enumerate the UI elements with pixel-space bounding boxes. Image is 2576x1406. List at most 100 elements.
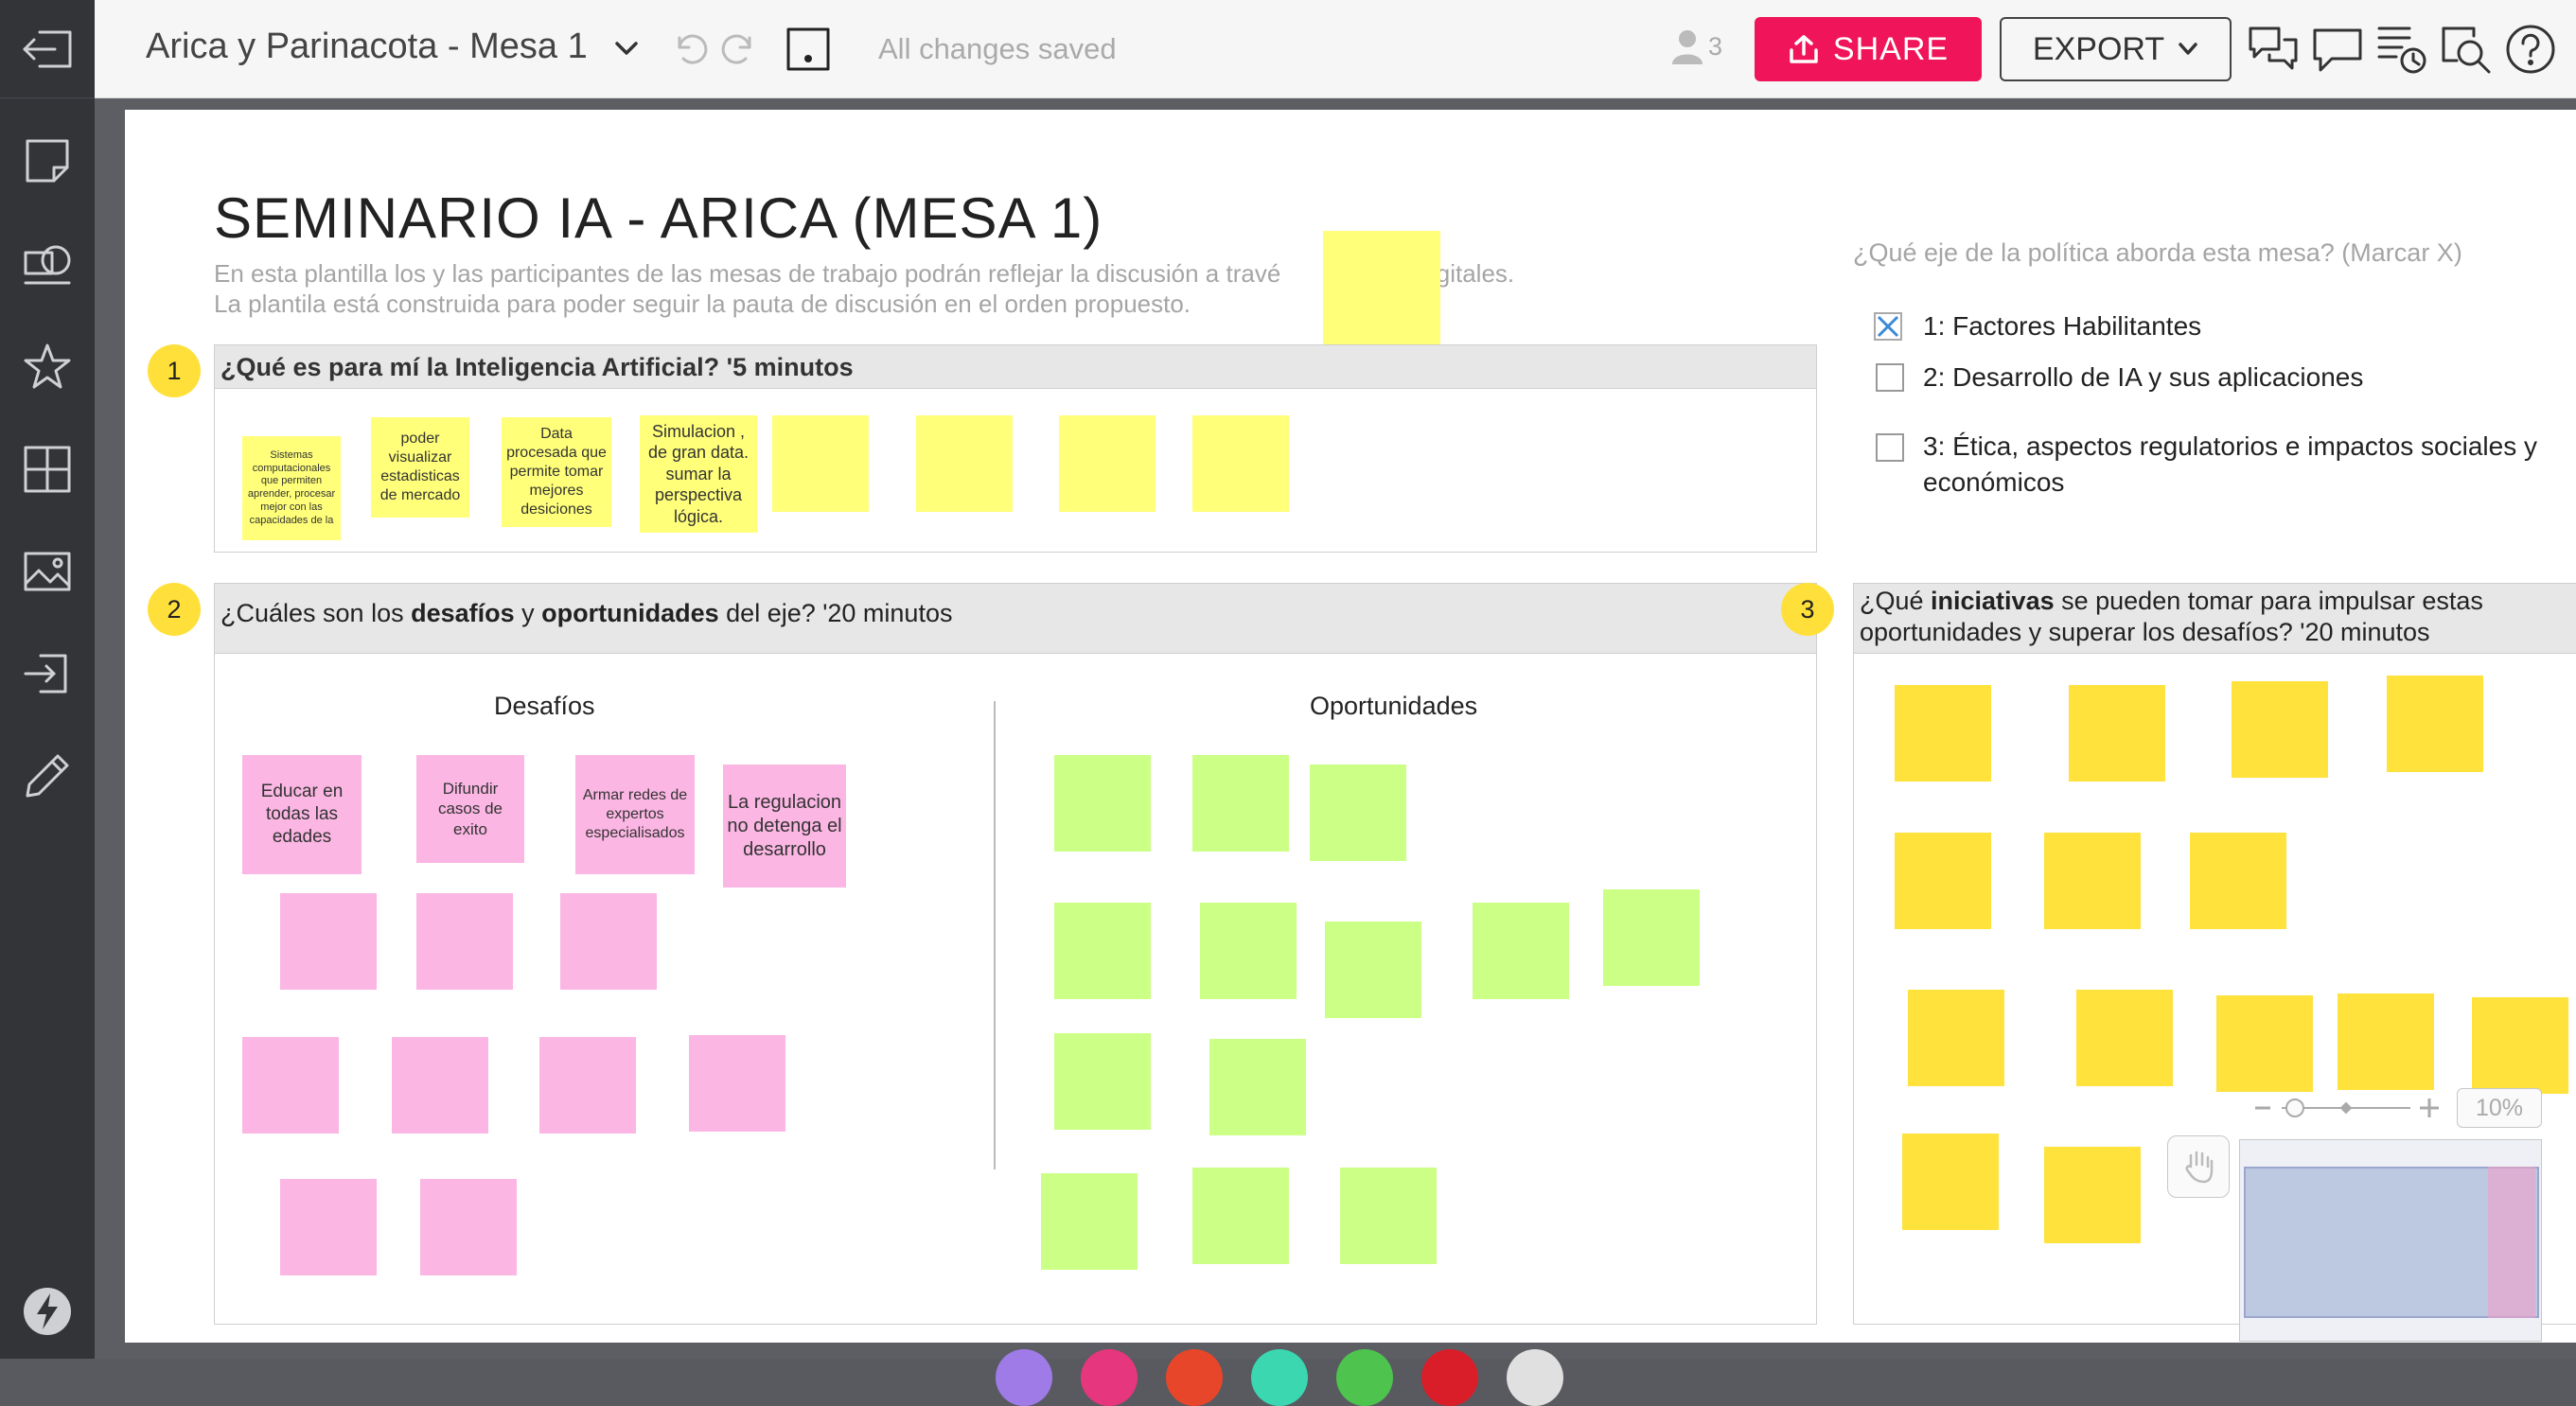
sticky-note[interactable] bbox=[242, 1037, 339, 1134]
sticky-note[interactable]: Simulacion , de gran data. sumar la pers… bbox=[640, 415, 757, 533]
section-number-badge: 1 bbox=[148, 344, 201, 397]
sticky-note[interactable] bbox=[2044, 833, 2141, 929]
zoom-slider-track[interactable] bbox=[2253, 1094, 2443, 1122]
zoom-slider[interactable] bbox=[2253, 1094, 2443, 1122]
sticky-note[interactable] bbox=[2076, 990, 2173, 1086]
section-2-title-part: y bbox=[514, 599, 542, 627]
sticky-note[interactable]: Data procesada que permite tomar mejores… bbox=[502, 417, 611, 527]
axis-checkbox-1[interactable] bbox=[1874, 312, 1902, 341]
color-dot[interactable] bbox=[1166, 1349, 1223, 1406]
image-tool[interactable] bbox=[19, 543, 76, 600]
sticky-note[interactable] bbox=[420, 1179, 517, 1275]
sticky-note[interactable] bbox=[1340, 1168, 1437, 1264]
sticky-note[interactable] bbox=[1059, 415, 1156, 512]
sticky-note[interactable] bbox=[1908, 990, 2004, 1086]
sticky-note[interactable]: Sistemas computacionales que permiten ap… bbox=[242, 436, 341, 540]
search-button[interactable] bbox=[2438, 21, 2495, 78]
minimap[interactable] bbox=[2239, 1139, 2542, 1342]
sticky-note[interactable] bbox=[539, 1037, 636, 1134]
redo-button[interactable] bbox=[721, 30, 759, 68]
section-3-title: ¿Qué iniciativas se pueden tomar para im… bbox=[1854, 584, 2576, 654]
color-dot[interactable] bbox=[1507, 1349, 1563, 1406]
star-icon bbox=[24, 343, 71, 389]
axis-checkbox-2[interactable] bbox=[1876, 363, 1904, 392]
chevron-down-icon[interactable] bbox=[614, 40, 639, 57]
comments-button[interactable] bbox=[2245, 21, 2302, 78]
sticky-note[interactable] bbox=[1209, 1039, 1306, 1135]
sticky-note[interactable] bbox=[1054, 755, 1151, 852]
sticky-note[interactable] bbox=[280, 893, 377, 990]
zoom-percentage[interactable]: 10% bbox=[2457, 1088, 2542, 1128]
background-toggle[interactable] bbox=[785, 26, 831, 72]
sticky-note[interactable] bbox=[2232, 681, 2328, 778]
color-dot[interactable] bbox=[1251, 1349, 1308, 1406]
sticky-note[interactable]: Difundir casos de exito bbox=[416, 755, 524, 863]
sticky-note[interactable] bbox=[2216, 995, 2313, 1092]
sticky-note[interactable] bbox=[1902, 1134, 1999, 1230]
sticky-note[interactable] bbox=[1325, 922, 1421, 1018]
sticky-note[interactable] bbox=[392, 1037, 488, 1134]
share-label: SHARE bbox=[1832, 30, 1950, 67]
sticky-note[interactable] bbox=[2387, 676, 2483, 772]
pen-tool[interactable] bbox=[19, 747, 76, 804]
share-button[interactable]: SHARE bbox=[1755, 17, 1982, 81]
user-count: 3 bbox=[1708, 31, 1723, 61]
sticky-note[interactable]: poder visualizar estadisticas de mercado bbox=[371, 417, 469, 518]
sticky-note[interactable] bbox=[416, 893, 513, 990]
sticky-note[interactable] bbox=[560, 893, 657, 990]
help-button[interactable] bbox=[2502, 21, 2559, 78]
sticky-note[interactable] bbox=[2069, 685, 2165, 782]
sticky-note[interactable] bbox=[772, 415, 869, 512]
sticky-note[interactable] bbox=[2044, 1147, 2141, 1243]
axis-label-3-line-2: económicos bbox=[1923, 467, 2065, 497]
pan-tool-button[interactable] bbox=[2167, 1135, 2230, 1198]
chat-button[interactable] bbox=[2309, 21, 2366, 78]
background-dot-icon bbox=[786, 27, 830, 71]
sticky-note[interactable] bbox=[1603, 889, 1700, 986]
sticky-note[interactable] bbox=[2338, 993, 2434, 1090]
sticky-note[interactable] bbox=[1200, 903, 1297, 999]
section-1-title: ¿Qué es para mí la Inteligencia Artifici… bbox=[215, 345, 1816, 389]
color-dot[interactable] bbox=[1421, 1349, 1478, 1406]
sticky-note[interactable] bbox=[1323, 231, 1440, 348]
activity-history-button[interactable] bbox=[2373, 21, 2430, 78]
sticky-note[interactable] bbox=[2472, 997, 2568, 1094]
export-button[interactable]: EXPORT bbox=[2000, 17, 2232, 81]
power-ups-button[interactable] bbox=[19, 1283, 76, 1340]
frames-tool[interactable] bbox=[19, 441, 76, 498]
online-users[interactable]: 3 bbox=[1670, 28, 1722, 64]
axis-question: ¿Qué eje de la política aborda esta mesa… bbox=[1853, 238, 2462, 267]
shapes-tool[interactable] bbox=[19, 237, 76, 293]
sticky-note-tool[interactable] bbox=[19, 132, 76, 189]
sticky-note[interactable] bbox=[1473, 903, 1569, 999]
sticky-note[interactable]: La regulacion no detenga el desarrollo bbox=[723, 765, 846, 888]
exit-board-button[interactable] bbox=[0, 0, 95, 98]
board-title[interactable]: Arica y Parinacota - Mesa 1 bbox=[146, 26, 639, 67]
undo-button[interactable] bbox=[670, 30, 708, 68]
sticky-note[interactable] bbox=[1041, 1173, 1138, 1270]
axis-label-2: 2: Desarrollo de IA y sus aplicaciones bbox=[1923, 362, 2364, 392]
sticky-note[interactable] bbox=[1054, 903, 1151, 999]
sticky-note[interactable] bbox=[1895, 685, 1991, 782]
sticky-note[interactable] bbox=[280, 1179, 377, 1275]
sticky-note[interactable]: Armar redes de expertos especialisados bbox=[575, 755, 695, 874]
sticky-note[interactable]: Educar en todas las edades bbox=[242, 755, 362, 874]
color-dot[interactable] bbox=[1336, 1349, 1393, 1406]
sticky-note[interactable] bbox=[1895, 833, 1991, 929]
sticky-note[interactable] bbox=[2190, 833, 2286, 929]
sticky-note[interactable] bbox=[689, 1035, 785, 1132]
sticky-note[interactable] bbox=[1192, 415, 1289, 512]
axis-checkbox-3[interactable] bbox=[1876, 433, 1904, 462]
templates-tool[interactable] bbox=[19, 339, 76, 395]
image-icon bbox=[24, 552, 71, 591]
sticky-note[interactable] bbox=[1192, 755, 1289, 852]
color-dot[interactable] bbox=[996, 1349, 1052, 1406]
sticky-note[interactable] bbox=[916, 415, 1013, 512]
column-divider bbox=[994, 701, 996, 1169]
color-dot[interactable] bbox=[1081, 1349, 1138, 1406]
import-tool[interactable] bbox=[19, 645, 76, 702]
sticky-note[interactable] bbox=[1192, 1168, 1289, 1264]
sticky-note[interactable] bbox=[1310, 765, 1406, 861]
lightning-icon bbox=[24, 1288, 71, 1335]
sticky-note[interactable] bbox=[1054, 1033, 1151, 1130]
